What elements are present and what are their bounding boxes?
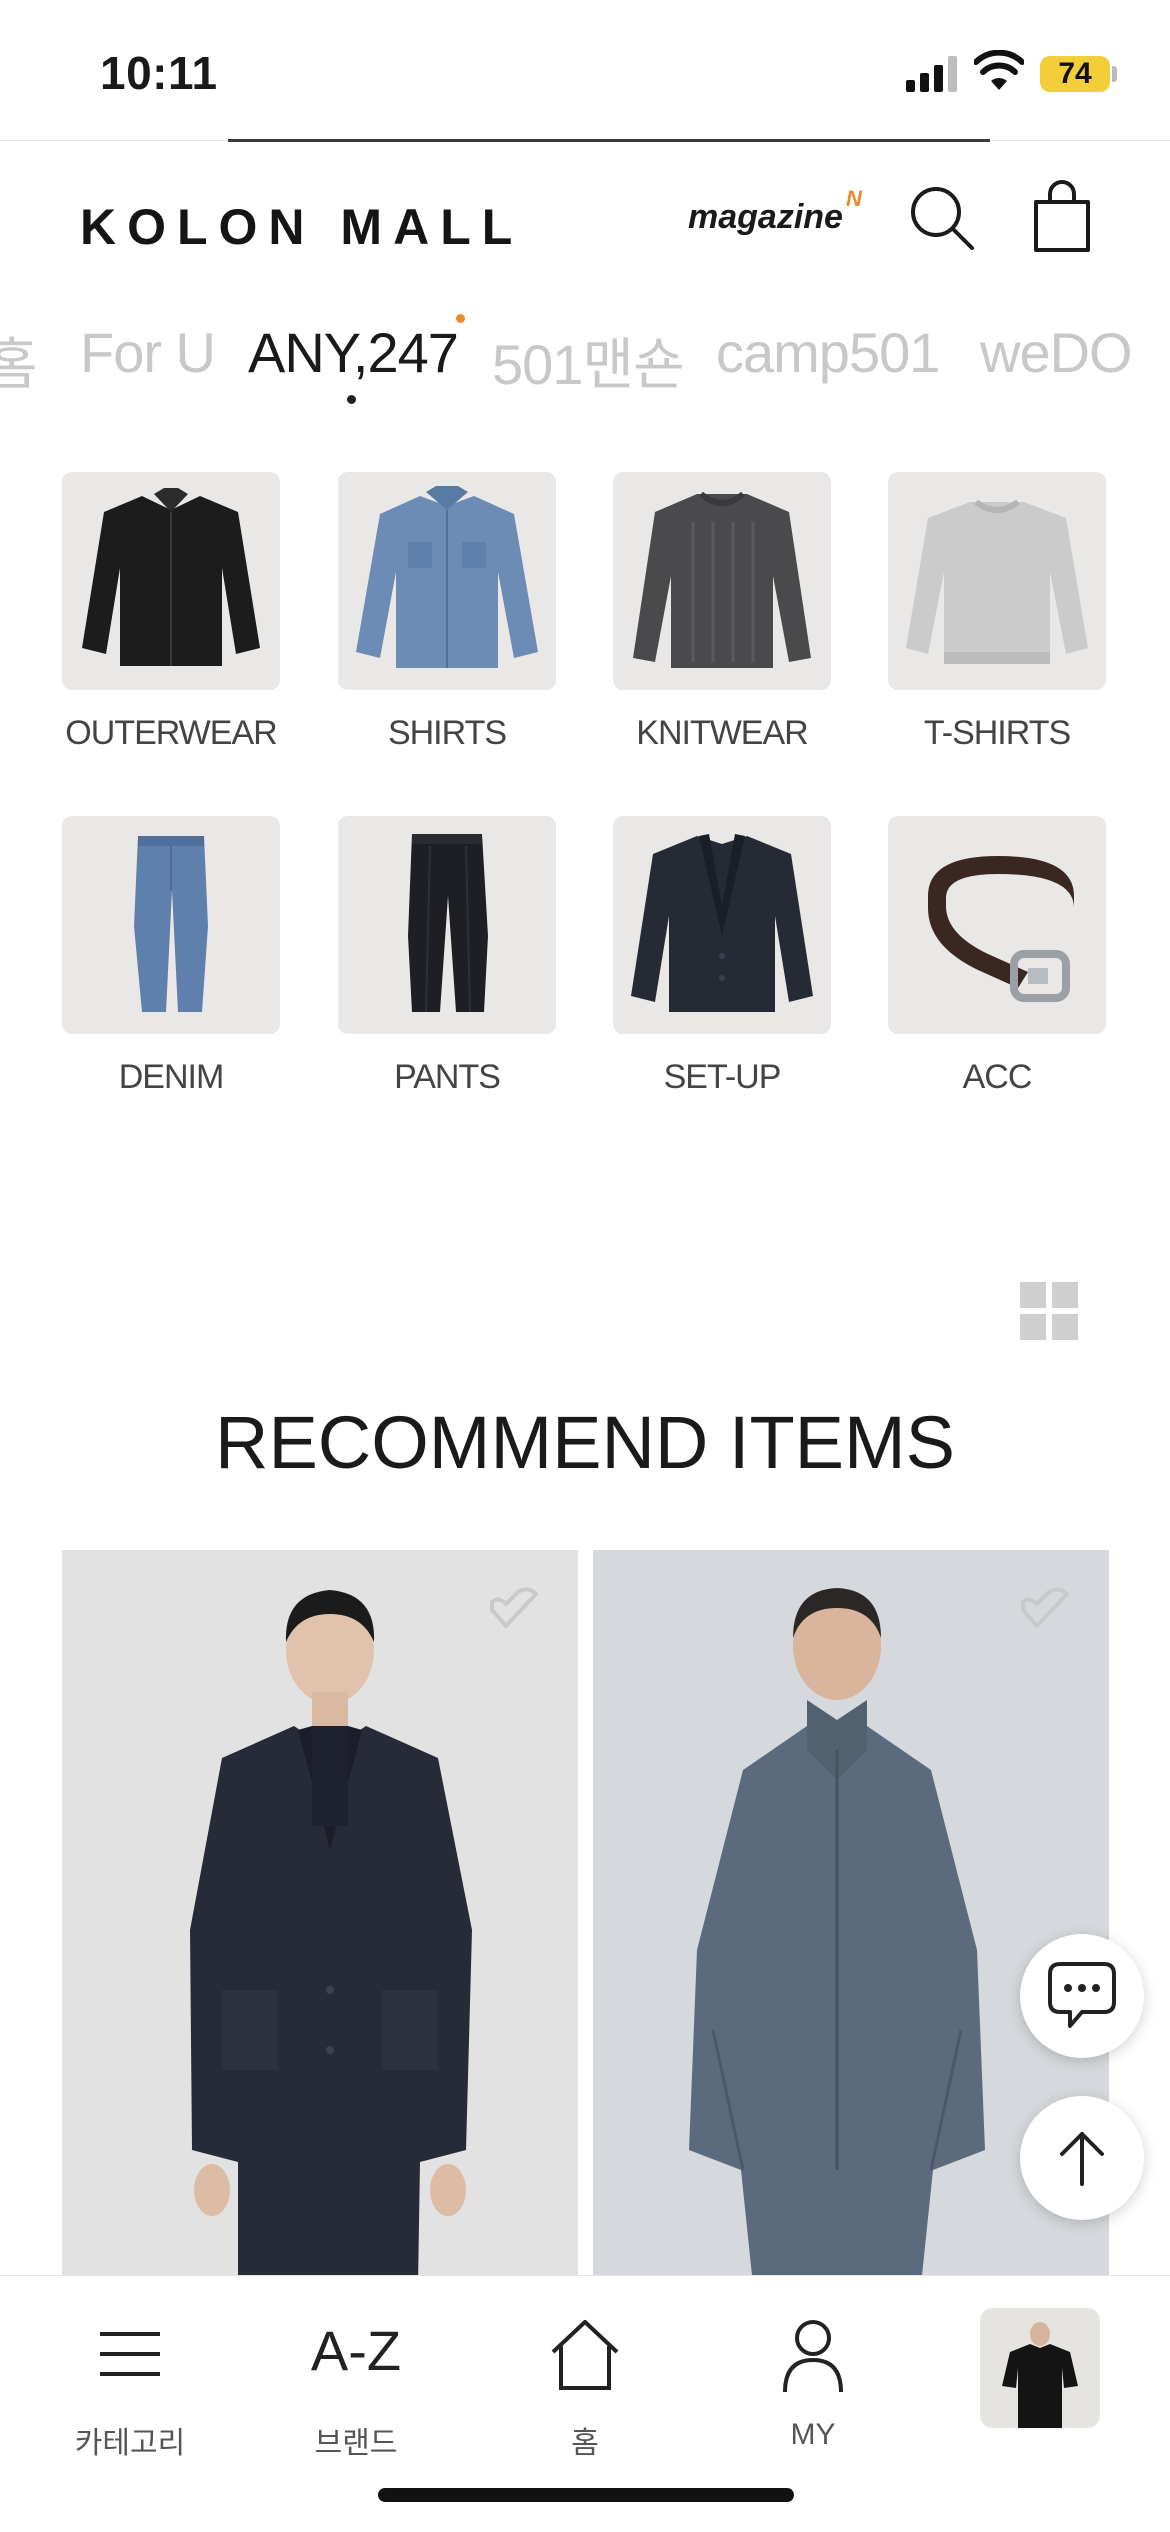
tab-any247[interactable]: ANY,247 [248,320,459,385]
tab-501-mansion[interactable]: 501맨숀 [492,320,684,401]
app-header: KOLON MALL magazine N [0,150,1170,290]
nav-label: 홈 [571,2427,599,2460]
recent-product-image [1002,2322,1078,2428]
wishlist-icon[interactable] [482,1582,546,1636]
product-card[interactable] [62,1550,578,2285]
arrow-up-icon [1060,2132,1104,2186]
section-title: RECOMMEND ITEMS [215,1401,955,1484]
kolon-mall-logo[interactable]: KOLON MALL [80,198,523,256]
category-label: SHIRTS [387,714,507,752]
wifi-icon [974,50,1024,90]
status-bar: 10:11 74 [0,0,1170,140]
brand-tabs: 홈 For U ANY,247 501맨숀 camp501 weDO [0,300,1170,410]
scroll-to-top-button[interactable] [1020,2096,1144,2220]
denim-image [62,816,280,1034]
category-label: PANTS [394,1058,501,1096]
shopping-bag-icon[interactable] [1030,180,1094,254]
tab-active-indicator [347,395,356,404]
nav-home[interactable]: 홈 [505,2306,665,2460]
magazine-link[interactable]: magazine [688,198,843,237]
category-label: OUTERWEAR [65,714,277,752]
nav-label: 카테고리 [74,2427,186,2460]
nav-brand[interactable]: A-Z 브랜드 [276,2306,436,2460]
pants-image [338,816,556,1034]
nav-label: MY [790,2418,836,2451]
category-label: ACC [962,1058,1033,1096]
tab-wedo[interactable]: weDO [980,320,1133,385]
scroll-progress-bar [228,139,990,142]
nav-my[interactable]: MY [733,2306,893,2456]
category-outerwear[interactable]: OUTERWEAR [62,472,280,753]
menu-icon [100,2332,160,2376]
battery-icon: 74 [1040,56,1110,92]
category-t-shirts[interactable]: T-SHIRTS [888,472,1106,753]
home-indicator [378,2488,794,2502]
tab-camp501[interactable]: camp501 [716,320,940,385]
category-knitwear[interactable]: KNITWEAR [613,472,831,753]
set-up-image [613,816,831,1034]
recently-viewed-thumbnail[interactable] [980,2308,1100,2428]
category-label: DENIM [118,1058,225,1096]
wishlist-icon[interactable] [1013,1582,1077,1636]
tab-new-dot [456,314,465,323]
status-time: 10:11 [100,47,218,99]
category-label: KNITWEAR [636,714,808,752]
category-denim[interactable]: DENIM [62,816,280,1097]
chat-button[interactable] [1020,1934,1144,2058]
knitwear-image [613,472,831,690]
category-pants[interactable]: PANTS [338,816,556,1097]
category-shirts[interactable]: SHIRTS [338,472,556,753]
a-z-icon: A-Z [310,2319,402,2382]
category-label: T-SHIRTS [923,714,1071,752]
shirts-image [338,472,556,690]
category-acc[interactable]: ACC [888,816,1106,1097]
nav-label: 브랜드 [314,2427,398,2460]
tab-for-u[interactable]: For U [80,320,216,385]
tab-home[interactable]: 홈 [0,320,38,401]
battery-nub [1112,66,1117,82]
search-icon[interactable] [906,182,976,252]
cellular-signal-icon [906,56,958,92]
chat-bubble-icon [1048,1962,1116,2028]
category-set-up[interactable]: SET-UP [613,816,831,1097]
category-label: SET-UP [663,1058,782,1096]
grid-view-icon[interactable] [1020,1282,1078,1340]
product-image [62,1550,578,2285]
outerwear-image [62,472,280,690]
t-shirts-image [888,472,1106,690]
user-icon [783,2320,843,2393]
nav-category[interactable]: 카테고리 [50,2306,210,2460]
home-icon [551,2320,619,2390]
magazine-new-badge: N [846,186,862,211]
acc-image [888,816,1106,1034]
